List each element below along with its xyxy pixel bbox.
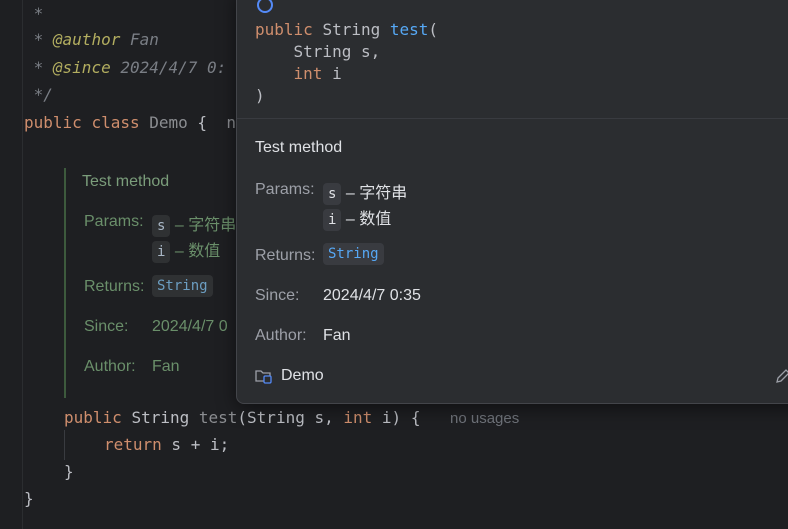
- return-statement: return s + i;: [104, 435, 229, 454]
- edit-pencil-icon[interactable]: [775, 368, 788, 384]
- comment-end: */: [24, 85, 53, 104]
- info-icon: [257, 0, 273, 13]
- rendered-doc-params-label: Params:: [84, 213, 144, 230]
- return-expression: s + i;: [161, 435, 230, 454]
- method-params-rest: i) {: [372, 408, 421, 427]
- popup-param1-chip: s: [323, 183, 342, 205]
- method-close-brace: }: [64, 462, 74, 481]
- rendered-doc-returns-label: Returns:: [84, 278, 145, 295]
- author-value: Fan: [129, 30, 159, 49]
- popup-signature: public String test( String s, int i ): [255, 19, 438, 107]
- rendered-doc-since-value: 2024/4/7 0: [152, 318, 228, 335]
- class-name[interactable]: Demo: [149, 113, 188, 132]
- class-trailing-hint: n: [226, 113, 236, 132]
- rendered-doc-returns: String: [152, 275, 213, 297]
- since-value: 2024/4/7 0:: [120, 58, 227, 77]
- popup-param1-desc: – 字符串: [345, 185, 408, 202]
- popup-param2-chip: i: [323, 209, 342, 231]
- popup-params-label: Params:: [255, 181, 315, 198]
- public-keyword: public: [24, 113, 82, 132]
- method-declaration[interactable]: public String test(String s, int i) {: [64, 408, 420, 427]
- comment-line: *: [24, 4, 44, 23]
- popup-author-label: Author:: [255, 327, 307, 344]
- sig-param1: String s,: [255, 42, 381, 61]
- sig-param2: i: [322, 64, 342, 83]
- rendered-doc-since-label: Since:: [84, 318, 129, 335]
- param1-chip: s: [152, 215, 171, 237]
- class-folder-icon[interactable]: [255, 368, 273, 384]
- rendered-doc-author-value: Fan: [152, 358, 180, 375]
- popup-returns-type-link[interactable]: String: [323, 243, 384, 265]
- rendered-doc-bar: [64, 168, 66, 398]
- author-comment-line: * @author Fan: [24, 30, 159, 49]
- param2-chip: i: [152, 241, 171, 263]
- editor-gutter-divider: [22, 0, 23, 529]
- sig-open-paren: (: [428, 20, 439, 39]
- rendered-doc-author-label: Author:: [84, 358, 136, 375]
- popup-footer: Demo: [237, 351, 788, 401]
- sig-public-keyword: public: [255, 20, 313, 39]
- popup-returns-label: Returns:: [255, 247, 316, 264]
- sig-int-keyword: int: [293, 64, 323, 83]
- quick-documentation-popup[interactable]: public String test( String s, int i ) Te…: [236, 0, 788, 404]
- since-tag: @since: [52, 58, 111, 77]
- indent-guide: [64, 430, 65, 460]
- rendered-doc-param1: s – 字符串: [152, 211, 236, 237]
- rendered-doc-description: Test method: [82, 173, 170, 190]
- method-public-keyword: public: [64, 408, 122, 427]
- method-name[interactable]: test: [199, 408, 238, 427]
- popup-param1: s – 字符串: [323, 179, 407, 205]
- popup-param2-desc: – 数值: [345, 211, 392, 228]
- author-tag: @author: [52, 30, 121, 49]
- method-params: (String s,: [237, 408, 344, 427]
- sig-close-paren: ): [255, 86, 265, 105]
- return-keyword: return: [104, 435, 162, 454]
- class-close-brace: }: [24, 489, 34, 508]
- popup-description: Test method: [255, 139, 343, 156]
- class-keyword: class: [91, 113, 140, 132]
- rendered-doc-param2: i – 数值: [152, 237, 220, 263]
- popup-returns: String: [323, 243, 384, 265]
- param2-desc: – 数值: [174, 243, 221, 260]
- usages-hint[interactable]: no usages: [450, 410, 519, 427]
- returns-type-chip[interactable]: String: [152, 275, 213, 297]
- since-comment-line: * @since 2024/4/7 0:: [24, 58, 227, 77]
- popup-param2: i – 数值: [323, 205, 391, 231]
- popup-author-value: Fan: [323, 327, 351, 344]
- class-brace: {: [197, 113, 208, 132]
- param1-desc: – 字符串: [174, 217, 237, 234]
- method-return-type[interactable]: String: [131, 408, 189, 427]
- popup-footer-class-link[interactable]: Demo: [281, 367, 324, 385]
- class-declaration[interactable]: public class Demo { n: [24, 113, 236, 132]
- popup-since-label: Since:: [255, 287, 300, 304]
- popup-since-value: 2024/4/7 0:35: [323, 287, 421, 304]
- method-int-keyword: int: [343, 408, 373, 427]
- sig-return-type[interactable]: String: [322, 20, 380, 39]
- sig-method-name: test: [389, 20, 429, 39]
- popup-divider: [237, 118, 788, 119]
